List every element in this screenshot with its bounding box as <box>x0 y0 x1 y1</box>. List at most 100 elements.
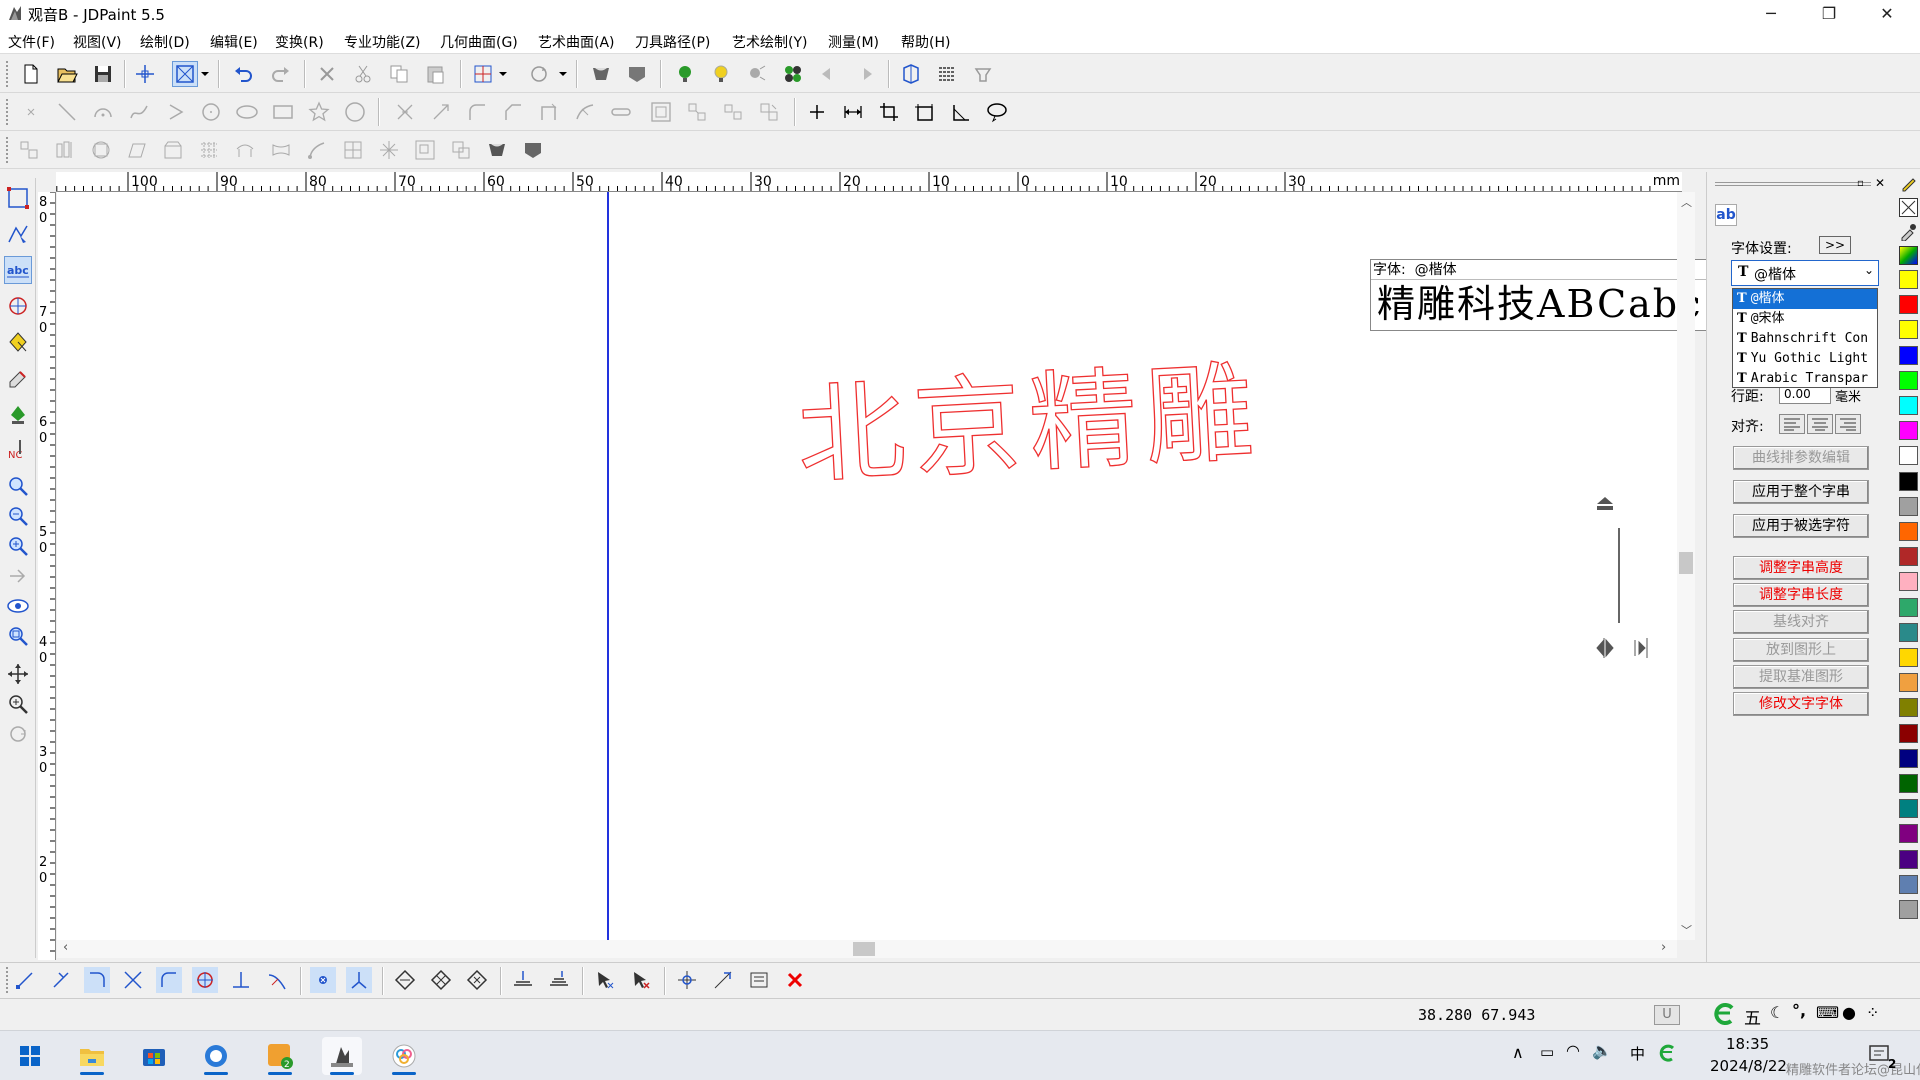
color-swatch[interactable] <box>1899 270 1918 289</box>
color-swatch[interactable] <box>1899 572 1918 592</box>
battery-icon[interactable]: ▭ <box>1540 1043 1554 1061</box>
crop-icon[interactable] <box>876 99 902 125</box>
menu-professional[interactable]: 专业功能(Z) <box>344 32 421 52</box>
warp-icon[interactable] <box>232 137 258 163</box>
rotate-view-icon[interactable] <box>526 61 552 87</box>
envelope-icon[interactable] <box>268 137 294 163</box>
ellipse-icon[interactable] <box>234 99 260 125</box>
store-icon[interactable] <box>134 1037 174 1075</box>
save-icon[interactable] <box>90 61 116 87</box>
chamfer-icon[interactable] <box>500 99 526 125</box>
scroll-right-icon[interactable]: › <box>1661 940 1666 955</box>
no-color-icon[interactable] <box>1899 198 1918 217</box>
adjust-string-length-button[interactable]: 调整字串长度 <box>1733 583 1869 607</box>
color-swatch[interactable] <box>1899 522 1918 541</box>
chevron-down-icon[interactable]: ⌄ <box>1864 263 1874 277</box>
font-option[interactable]: T Arabic Transpar <box>1733 369 1877 387</box>
color-swatch[interactable] <box>1899 471 1918 491</box>
path-map-icon[interactable] <box>304 137 330 163</box>
new-file-icon[interactable] <box>18 61 44 87</box>
menu-measure[interactable]: 测量(M) <box>828 32 879 52</box>
color-swatch[interactable] <box>1899 673 1918 693</box>
color-swatch[interactable] <box>1899 421 1918 441</box>
font-option[interactable]: T @楷体 <box>1733 289 1877 309</box>
app-badge-icon[interactable]: 2 <box>260 1037 300 1075</box>
menu-view[interactable]: 视图(V) <box>73 32 122 52</box>
snap-diamond-grid-icon[interactable] <box>428 967 454 993</box>
rotate-3d-icon[interactable] <box>4 720 32 748</box>
skew-icon[interactable] <box>124 137 150 163</box>
align-center-icon[interactable] <box>1807 414 1833 434</box>
color-swatch[interactable] <box>1899 597 1918 617</box>
font-option[interactable]: T Bahnschrift Con <box>1733 329 1877 349</box>
distribute-icon[interactable] <box>52 137 78 163</box>
snap-diamond-icon[interactable] <box>392 967 418 993</box>
plus-icon[interactable] <box>804 99 830 125</box>
polygon-icon[interactable] <box>342 99 368 125</box>
color-swatch[interactable] <box>1899 748 1918 768</box>
extract-base-shape-button[interactable]: 提取基准图形 <box>1733 665 1869 689</box>
slot-icon[interactable] <box>608 99 634 125</box>
menu-file[interactable]: 文件(F) <box>8 32 55 52</box>
delete-red-icon[interactable] <box>782 967 808 993</box>
snap-axis-icon[interactable] <box>346 967 372 993</box>
surface-shade-icon[interactable] <box>588 61 614 87</box>
light-yellow-icon[interactable] <box>708 61 734 87</box>
star-icon[interactable] <box>306 99 332 125</box>
menu-geometric-surface[interactable]: 几何曲面(G) <box>440 32 518 52</box>
layer-up-icon[interactable] <box>546 967 572 993</box>
zoom-previous-icon[interactable] <box>4 562 32 590</box>
color-swatch[interactable] <box>1899 849 1918 869</box>
color-swatch[interactable] <box>1899 345 1918 365</box>
toolbar-grip[interactable] <box>6 967 10 993</box>
align-right-icon[interactable] <box>1835 414 1861 434</box>
mode-badge[interactable]: U <box>1654 1005 1680 1025</box>
text-baseline-handles[interactable] <box>1587 492 1657 662</box>
zoom-realtime-icon[interactable] <box>4 690 32 718</box>
spline-icon[interactable] <box>126 99 152 125</box>
select-pointer-icon[interactable] <box>592 967 618 993</box>
property-list-icon[interactable] <box>934 61 960 87</box>
edit-curve-icon[interactable] <box>4 220 32 248</box>
undo-icon[interactable] <box>230 61 256 87</box>
snap-grid-icon[interactable] <box>310 967 336 993</box>
color-swatch[interactable] <box>1899 496 1918 516</box>
scale-icon[interactable] <box>160 137 186 163</box>
color-swatch[interactable] <box>1899 547 1918 567</box>
font-select[interactable]: T @楷体 ⌄ <box>1731 260 1879 286</box>
curve-layout-params-button[interactable]: 曲线排参数编辑 <box>1733 446 1869 470</box>
select-node-icon[interactable] <box>4 184 32 212</box>
snap-endpoint-icon[interactable] <box>12 967 38 993</box>
grid-menu-icon[interactable]: ⁘ <box>1866 1003 1879 1022</box>
panel-close-icon[interactable]: ✕ <box>1875 176 1885 190</box>
color-swatch[interactable] <box>1899 774 1918 793</box>
scroll-left-icon[interactable]: ‹ <box>63 940 68 955</box>
horizontal-scrollbar[interactable]: ‹ › <box>57 940 1677 958</box>
combine-icon[interactable] <box>756 99 782 125</box>
menu-draw[interactable]: 绘制(D) <box>140 32 190 52</box>
chevron-down-icon[interactable] <box>198 61 212 87</box>
vertical-scrollbar[interactable]: ︿ ﹀ <box>1677 192 1695 940</box>
toolbar-grip[interactable] <box>6 61 10 87</box>
trim-icon[interactable] <box>392 99 418 125</box>
solid-surface-icon[interactable] <box>520 137 546 163</box>
nc-toolpath-icon[interactable]: NC <box>4 436 32 464</box>
windows-start-icon[interactable] <box>10 1037 50 1075</box>
clock-time[interactable]: 18:35 <box>1726 1035 1769 1053</box>
mirror-icon[interactable] <box>720 99 746 125</box>
chevron-down-icon[interactable] <box>556 61 570 87</box>
font-settings-expand-button[interactable]: >> <box>1819 236 1851 254</box>
minimize-button[interactable]: ─ <box>1742 0 1800 28</box>
eraser-icon[interactable] <box>4 364 32 392</box>
toolbar-grip[interactable] <box>6 99 10 125</box>
vertical-scroll-thumb[interactable] <box>1679 552 1693 574</box>
light-settings-icon[interactable] <box>744 61 770 87</box>
eyedropper-icon[interactable] <box>1899 222 1918 242</box>
open-folder-icon[interactable] <box>54 61 80 87</box>
point-icon[interactable] <box>18 99 44 125</box>
language-indicator[interactable]: 中 <box>1630 1043 1645 1064</box>
offset-icon[interactable] <box>648 99 674 125</box>
crosshair-icon[interactable] <box>132 61 158 87</box>
explode-icon[interactable] <box>376 137 402 163</box>
scroll-down-icon[interactable]: ﹀ <box>1681 922 1692 938</box>
